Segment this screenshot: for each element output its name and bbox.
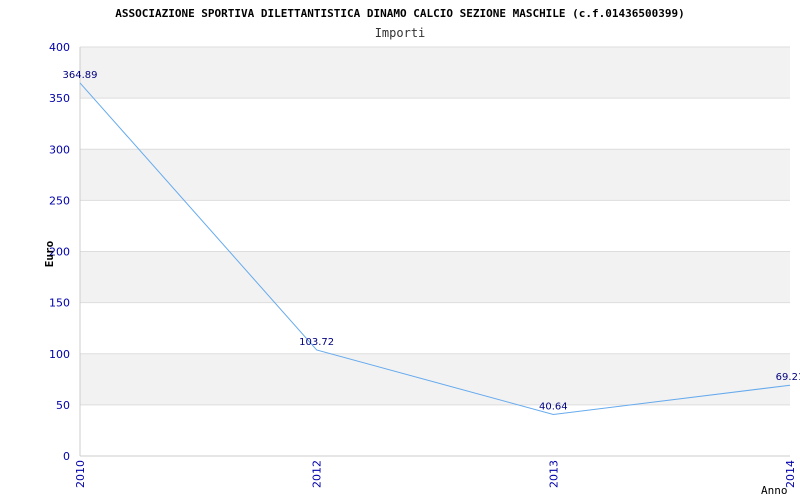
grid-band bbox=[80, 47, 790, 99]
y-tick-label: 250 bbox=[49, 194, 70, 207]
y-axis-label: Euro bbox=[43, 240, 56, 267]
y-tick-label: 50 bbox=[56, 399, 70, 412]
grid-band bbox=[80, 251, 790, 303]
y-tick-label: 100 bbox=[49, 348, 70, 361]
chart-subtitle: Importi bbox=[375, 26, 426, 40]
x-tick-label: 2013 bbox=[547, 460, 560, 488]
x-axis-ticks: 2010 2012 2013 2014 bbox=[74, 460, 797, 488]
data-label: 103.72 bbox=[299, 337, 334, 348]
grid-band bbox=[80, 149, 790, 201]
y-tick-label: 150 bbox=[49, 297, 70, 310]
y-tick-label: 300 bbox=[49, 143, 70, 156]
line-chart: ASSOCIAZIONE SPORTIVA DILETTANTISTICA DI… bbox=[43, 7, 800, 497]
data-label: 40.64 bbox=[539, 401, 568, 412]
grid-band bbox=[80, 353, 790, 405]
grid-bands bbox=[80, 47, 790, 405]
chart-title: ASSOCIAZIONE SPORTIVA DILETTANTISTICA DI… bbox=[115, 7, 685, 20]
y-tick-label: 350 bbox=[49, 92, 70, 105]
x-tick-label: 2010 bbox=[74, 460, 87, 488]
data-label: 364.89 bbox=[63, 70, 98, 81]
x-tick-label: 2012 bbox=[311, 460, 324, 488]
y-tick-label: 400 bbox=[49, 41, 70, 54]
data-label: 69.21 bbox=[776, 372, 800, 383]
x-axis-label: Anno bbox=[761, 484, 788, 497]
y-tick-label: 0 bbox=[63, 450, 70, 463]
